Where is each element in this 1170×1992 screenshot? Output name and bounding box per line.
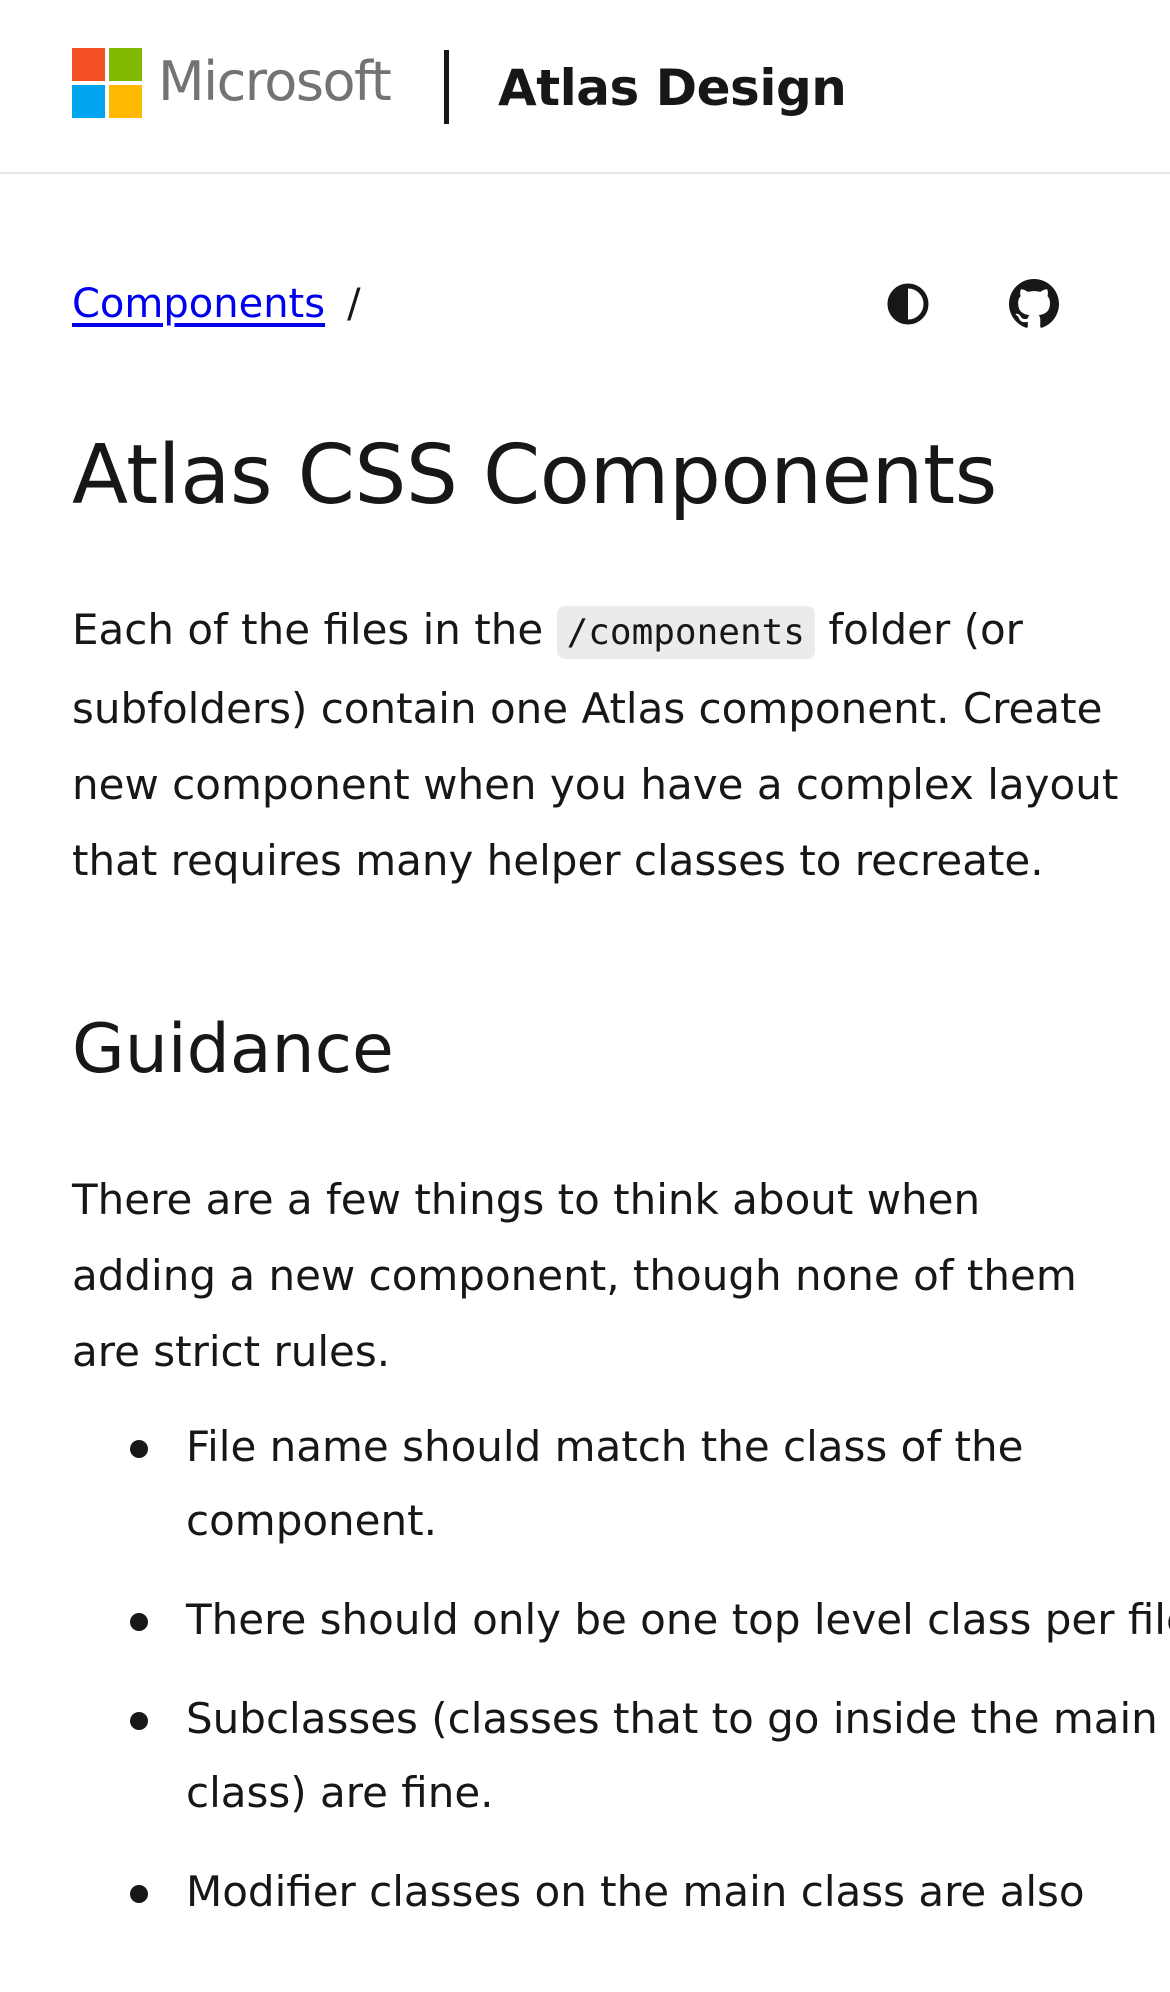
theme-toggle-button[interactable] xyxy=(880,276,936,332)
intro-paragraph: Each of the files in the /components fol… xyxy=(72,592,1122,899)
list-item: Subclasses (classes that to go inside th… xyxy=(130,1682,1170,1830)
breadcrumb-link-components[interactable]: Components xyxy=(72,281,325,327)
inline-code: /components xyxy=(556,606,815,659)
guidance-heading: Guidance xyxy=(72,1010,394,1089)
microsoft-logo-icon[interactable] xyxy=(72,48,142,118)
breadcrumb-separator: / xyxy=(347,281,361,327)
list-item: Modifier classes on the main class are a… xyxy=(130,1855,1170,1929)
guidance-paragraph: There are a few things to think about wh… xyxy=(72,1175,1077,1376)
intro-text-start: Each of the files in the xyxy=(72,605,557,654)
github-icon xyxy=(1009,279,1059,328)
header-divider xyxy=(444,50,449,124)
list-item: There should only be one top level class… xyxy=(130,1583,1170,1657)
breadcrumb: Components / xyxy=(72,276,361,332)
guidance-list: File name should match the class of the … xyxy=(72,1410,1170,1954)
github-button[interactable] xyxy=(1006,276,1062,332)
theme-toggle-icon xyxy=(887,283,929,325)
list-item: File name should match the class of the … xyxy=(130,1410,1170,1558)
site-title[interactable]: Atlas Design xyxy=(498,56,847,120)
site-header: Microsoft Atlas Design xyxy=(0,0,1170,174)
page-title: Atlas CSS Components xyxy=(72,428,997,523)
microsoft-wordmark[interactable]: Microsoft xyxy=(158,46,392,118)
